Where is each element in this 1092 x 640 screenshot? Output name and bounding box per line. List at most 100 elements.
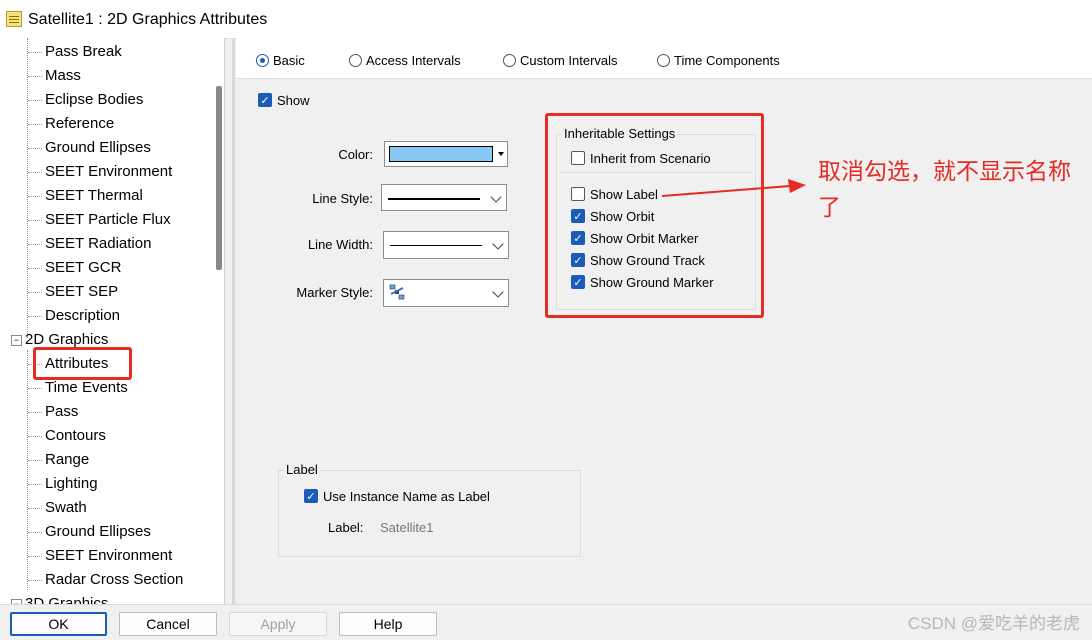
label-group	[278, 470, 581, 557]
ok-button[interactable]: OK	[10, 612, 107, 636]
tree-connector	[28, 172, 42, 173]
window-icon	[6, 11, 22, 27]
tab-access-intervals[interactable]: Access Intervals	[349, 51, 461, 69]
cancel-button[interactable]: Cancel	[119, 612, 217, 636]
tree-item-swath[interactable]: Swath	[45, 497, 87, 519]
watermark: CSDN @爱吃羊的老虎	[907, 614, 1080, 633]
use-instance-name-checkbox[interactable]: ✓ Use Instance Name as Label	[304, 487, 490, 505]
tab-time-components[interactable]: Time Components	[657, 51, 780, 69]
tree-connector	[28, 124, 42, 125]
line-style-label: Line Style:	[312, 191, 373, 206]
chevron-down-icon	[492, 286, 504, 298]
tree-connector	[28, 196, 42, 197]
tree-item-seet-environment[interactable]: SEET Environment	[45, 545, 172, 567]
tree-item-lighting[interactable]: Lighting	[45, 473, 98, 495]
collapse-icon[interactable]: −	[11, 334, 22, 346]
tree-connector	[28, 220, 42, 221]
tree-connector	[28, 292, 42, 293]
radio-selected-icon	[256, 53, 269, 67]
tree-connector	[28, 460, 42, 461]
tree-connector	[28, 508, 42, 509]
tab-label: Access Intervals	[366, 52, 461, 68]
tree-connector	[28, 436, 42, 437]
tree-item-pass[interactable]: Pass	[45, 401, 78, 423]
tree-connector	[28, 388, 42, 389]
tree-connector	[28, 556, 42, 557]
show-checkbox[interactable]: ✓ Show	[258, 91, 310, 109]
satellite-marker-icon	[389, 284, 405, 300]
checkbox-label: Show	[277, 92, 310, 108]
color-label: Color:	[338, 147, 373, 162]
tree-item-ground-ellipses[interactable]: Ground Ellipses	[45, 137, 151, 159]
dropdown-arrow-icon	[498, 152, 504, 156]
annotation-arrow-icon	[661, 179, 806, 197]
tree-connector	[28, 316, 42, 317]
tree-item-mass[interactable]: Mass	[45, 65, 81, 87]
line-width-label: Line Width:	[307, 237, 373, 252]
properties-tree: Pass Break Mass Eclipse Bodies Reference Gro…	[0, 38, 225, 604]
help-button[interactable]: Help	[339, 612, 437, 636]
tree-item-seet-environment[interactable]: SEET Environment	[45, 161, 172, 183]
highlight-box-attributes	[33, 347, 132, 380]
tree-item-contours[interactable]: Contours	[45, 425, 106, 447]
tree-connector	[28, 580, 42, 581]
label-value: Satellite1	[380, 520, 434, 535]
line-width-select[interactable]	[383, 231, 509, 259]
radio-icon	[349, 53, 362, 67]
tree-connector	[28, 532, 42, 533]
tree-connector	[28, 412, 42, 413]
tree-connector	[28, 484, 42, 485]
annotation-note: 取消勾选，就不显示名称了	[818, 158, 1071, 220]
line-style-select[interactable]	[381, 184, 507, 211]
tab-label: Time Components	[674, 52, 780, 68]
tree-category-3d-graphics[interactable]: −3D Graphics	[11, 593, 108, 604]
tree-connector	[28, 76, 42, 77]
tree-connector	[28, 148, 42, 149]
marker-style-select[interactable]	[383, 279, 509, 307]
color-picker[interactable]	[384, 141, 508, 167]
checkmark-icon: ✓	[258, 93, 272, 107]
tree-connector	[27, 350, 28, 590]
title-bar: Satellite1 : 2D Graphics Attributes	[0, 0, 1092, 39]
apply-button[interactable]: Apply	[229, 612, 327, 636]
tree-item-seet-sep[interactable]: SEET SEP	[45, 281, 118, 303]
tree-item-seet-gcr[interactable]: SEET GCR	[45, 257, 121, 279]
tab-label: Basic	[273, 52, 305, 68]
tree-item-ground-ellipses[interactable]: Ground Ellipses	[45, 521, 151, 543]
tree-item-pass-break[interactable]: Pass Break	[45, 41, 122, 63]
radio-icon	[503, 53, 516, 67]
line-style-preview	[388, 197, 480, 200]
marker-style-label: Marker Style:	[296, 285, 373, 300]
tree-item-seet-thermal[interactable]: SEET Thermal	[45, 185, 143, 207]
tab-label: Custom Intervals	[520, 52, 618, 68]
tree-item-seet-radiation[interactable]: SEET Radiation	[45, 233, 151, 255]
tree-item-range[interactable]: Range	[45, 449, 89, 471]
splitter[interactable]	[232, 38, 235, 604]
color-swatch	[389, 146, 493, 162]
tree-connector	[28, 52, 42, 53]
chevron-down-icon	[490, 191, 502, 203]
line-width-preview	[390, 245, 482, 246]
tree-item-reference[interactable]: Reference	[45, 113, 114, 135]
tree-item-eclipse-bodies[interactable]: Eclipse Bodies	[45, 89, 143, 111]
tree-connector	[28, 244, 42, 245]
tree-category-label: 2D Graphics	[25, 331, 109, 348]
window-title: Satellite1 : 2D Graphics Attributes	[28, 11, 268, 28]
checkbox-label: Use Instance Name as Label	[323, 488, 490, 504]
tab-custom-intervals[interactable]: Custom Intervals	[503, 51, 618, 69]
checkmark-icon: ✓	[304, 489, 318, 503]
tree-item-radar-cross-section[interactable]: Radar Cross Section	[45, 569, 183, 591]
tab-basic[interactable]: Basic	[256, 51, 305, 69]
radio-icon	[657, 53, 670, 67]
highlight-box-inheritable	[545, 113, 764, 318]
tree-category-label: 3D Graphics	[25, 595, 109, 604]
tree-connector	[28, 268, 42, 269]
label-caption: Label:	[328, 520, 364, 535]
tree-connector	[28, 100, 42, 101]
tree-scrollbar-thumb[interactable]	[216, 86, 222, 270]
tree-item-time-events[interactable]: Time Events	[45, 377, 128, 399]
tree-item-description[interactable]: Description	[45, 305, 120, 327]
tree-item-seet-particle-flux[interactable]: SEET Particle Flux	[45, 209, 171, 231]
chevron-down-icon	[492, 238, 504, 250]
tree-connector	[27, 38, 28, 338]
